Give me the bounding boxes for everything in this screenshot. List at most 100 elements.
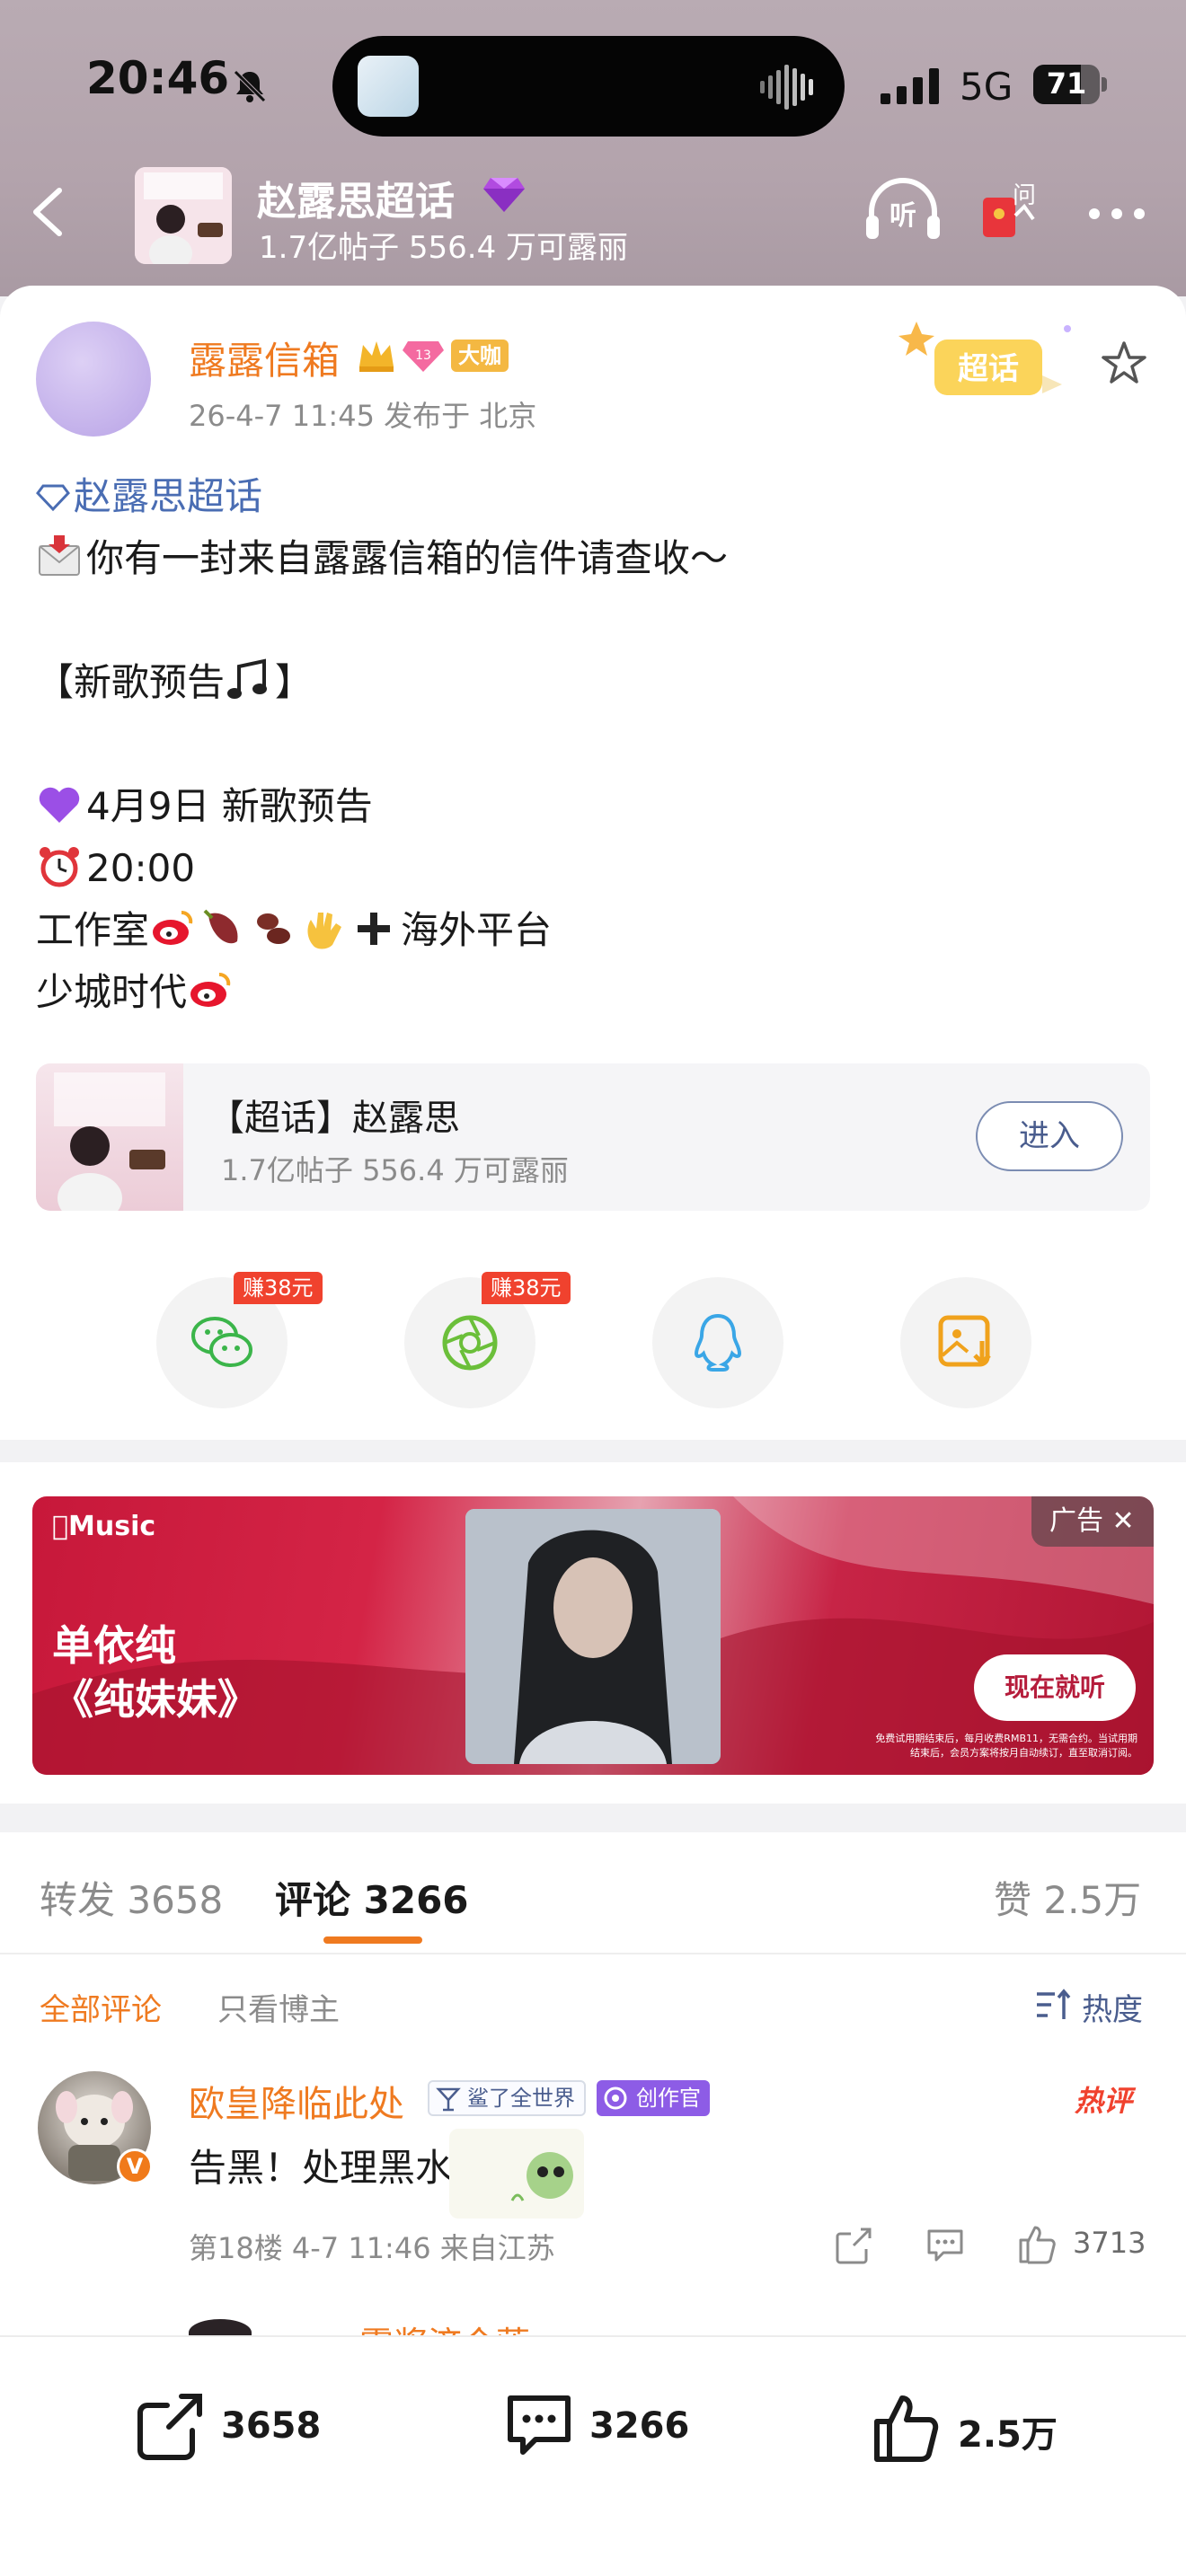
repost-count: 3658 [221,2405,322,2447]
commenter-name[interactable]: 欧皇降临此处 [189,2075,404,2127]
earn-badge: 赚38元 [234,1272,323,1304]
post-line-3: 4月9日 新歌预告 [36,775,1150,837]
supertopic-title[interactable]: 赵露思超话 [257,169,455,226]
share-icon[interactable] [834,2226,873,2265]
level-gem-icon: 13 [403,341,444,372]
status-time: 20:46 [86,52,230,104]
favorite-star-icon[interactable] [1100,340,1148,388]
svg-text:超话: 超话 [958,351,1019,387]
active-tab-indicator [323,1936,422,1944]
like-icon[interactable] [1017,2222,1057,2265]
artist-photo [465,1509,721,1764]
weibo-logo-icon [153,911,193,945]
next-commenter-name[interactable]: 露浆济今莲 [359,2319,584,2335]
post-card: 露露信箱 13 大咖 26-4-7 11:45 发布于 北京 超话 赵露思超话 … [0,286,1186,1440]
comment-button[interactable]: 3266 [503,2391,701,2463]
alarm-clock-icon [40,847,79,887]
author-avatar[interactable] [36,322,151,437]
dynamic-island[interactable] [332,36,845,137]
save-image-icon [938,1315,991,1367]
ad-section: Music 单依纯 《纯妹妹》 现在就听 免费试用期结束后，每月收费RMB11… [0,1462,1186,1804]
qq-icon [694,1313,742,1372]
like-count: 2.5万 [958,2414,1058,2456]
verified-badge: V [117,2148,153,2184]
tab-likes[interactable]: 赞 2.5万 [994,1870,1141,1925]
ad-fineprint: 免费试用期结束后，每月收费RMB11，无需合约。当试用期结束后，会员方案将按月自… [875,1733,1137,1759]
ad-label: 广告 [1049,1505,1103,1537]
share-wechat-button[interactable]: 赚38元 [156,1272,323,1408]
tab-comments[interactable]: 评论 3266 [275,1870,469,1925]
ad-banner[interactable]: Music 单依纯 《纯妹妹》 现在就听 免费试用期结束后，每月收费RMB11… [32,1496,1154,1775]
share-row: 赚38元 赚38元 [0,1272,1186,1421]
filter-all-comments[interactable]: 全部评论 [40,1985,162,2029]
close-icon: ✕ [1111,1505,1135,1537]
supertopic-card-image [36,1063,183,1211]
fan-badge[interactable]: 鲨了全世界 [428,2080,586,2116]
sort-label[interactable]: 热度 [1082,1985,1143,2029]
back-icon[interactable] [27,185,70,239]
topic-link[interactable]: 赵露思超话 [36,465,1150,527]
supertopic-card-title: 【超话】赵露思 [208,1098,460,1139]
bell-muted-icon [234,70,266,102]
more-icon[interactable] [1087,205,1146,223]
weibo-logo-icon [190,973,231,1007]
supertopic-card[interactable]: 【超话】赵露思 1.7亿帖子 556.4 万可露丽 进入 [36,1063,1150,1211]
network-type: 5G [960,65,1013,109]
share-moments-button[interactable]: 赚38元 [404,1272,571,1408]
creator-badge[interactable]: 创作官 [597,2080,710,2116]
top-header-area: 20:46 5G 71 赵露思超话 1.7亿帖子 556.4 万可露丽 听 问 [0,0,1186,296]
cellular-signal-icon [881,68,939,104]
supertopic-sticker: 超话 [898,322,1071,395]
plus-icon [358,913,391,945]
post-meta: 26-4-7 11:45 发布于 北京 [189,399,537,433]
enter-button[interactable]: 进入 [976,1101,1123,1171]
ad-close-button[interactable]: 广告 ✕ [1031,1496,1154,1547]
tab-repost[interactable]: 转发 3658 [40,1870,223,1925]
moments-icon [442,1315,498,1371]
envelope-icon [39,535,80,576]
red-packet-ask-icon[interactable]: 问 [979,180,1042,244]
post-line-blank [36,713,1150,775]
comment-count: 3266 [589,2405,690,2447]
now-playing-artwork [358,56,419,117]
hot-comment-tag: 热评 [1075,2084,1133,2118]
battery-level: 71 [1046,66,1087,101]
comment-meta: 第18楼 4-7 11:46 来自江苏 [189,2231,555,2265]
comments-section: 转发 3658 评论 3266 赞 2.5万 全部评论 只看博主 热度 V 欧皇… [0,1832,1186,2346]
comment-icon [508,2395,571,2455]
listen-icon[interactable]: 听 [864,178,942,243]
comment-icon[interactable] [925,2228,965,2263]
gem-icon [483,178,525,212]
share-qq-button[interactable] [652,1277,783,1408]
post-body: 赵露思超话 你有一封来自露露信箱的信件请查收～ 【新歌预告 】 4月9日 新歌预… [36,465,1150,1023]
purple-heart-icon [39,787,80,823]
music-note-icon [227,658,268,699]
cocktail-icon [436,2087,461,2112]
vip-badge: 大咖 [451,340,509,372]
repost-button[interactable]: 3658 [135,2391,332,2463]
crown-icon [359,341,394,372]
audio-waveform-icon [760,65,813,110]
supertopic-cover-image[interactable] [135,167,232,264]
ad-song: 《纯妹妹》 [52,1675,259,1724]
listen-now-button[interactable]: 现在就听 [974,1654,1136,1721]
sticker-image [449,2129,584,2219]
supertopic-stats: 1.7亿帖子 556.4 万可露丽 [259,230,629,266]
filter-author-only[interactable]: 只看博主 [217,1985,340,2029]
like-button[interactable]: 2.5万 [872,2391,1069,2463]
earn-badge: 赚38元 [482,1272,571,1304]
diamond-icon [36,484,70,512]
apple-music-logo: Music [52,1511,155,1542]
save-image-button[interactable] [900,1277,1031,1408]
post-line-2: 【新歌预告 】 [36,651,1150,713]
author-name[interactable]: 露露信箱 [189,331,340,385]
sort-icon[interactable] [1035,1987,1071,2023]
comment-text: 告黑！处理黑水！ [189,2146,491,2190]
bottom-action-bar: 3658 3266 2.5万 [0,2335,1186,2576]
ad-artist: 单依纯 [52,1621,176,1670]
battery-indicator: 71 [1033,65,1107,104]
repost-icon [137,2394,202,2460]
post-line-5: 工作室 海外平台 [36,899,1150,961]
wechat-icon [191,1317,252,1367]
post-line-4: 20:00 [36,837,1150,899]
